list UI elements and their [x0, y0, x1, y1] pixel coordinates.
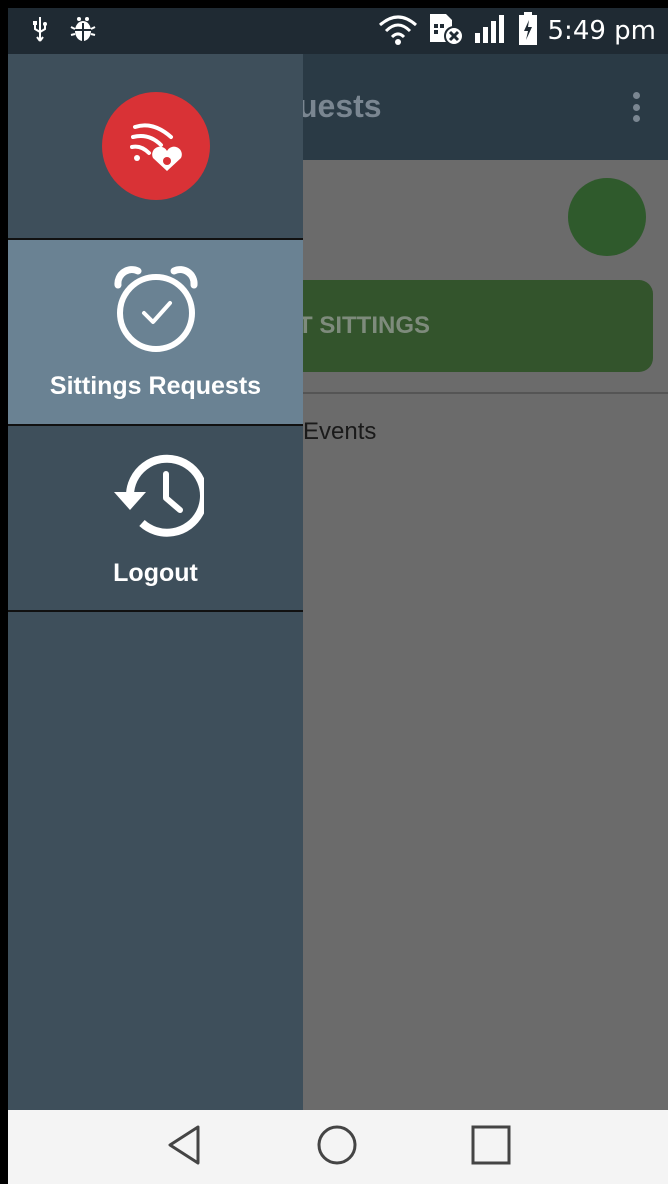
app-toolbar-title: uests	[298, 88, 382, 124]
app-logo	[101, 92, 210, 200]
recent-apps-icon[interactable]	[470, 1124, 512, 1171]
sittings-button-label: T SITTINGS	[298, 312, 430, 339]
usb-icon	[32, 15, 48, 48]
sim-error-icon	[428, 12, 464, 51]
battery-charging-icon	[518, 11, 538, 51]
screen: 5:49 pm uests T SITTINGS Events Sittings…	[8, 8, 668, 1184]
avatar[interactable]	[568, 178, 646, 256]
system-nav-bar	[8, 1110, 668, 1184]
events-label: Events	[303, 418, 377, 445]
drawer-item-logout[interactable]: Logout	[8, 426, 303, 612]
navigation-drawer: Sittings Requests Logout	[8, 54, 303, 1110]
divider	[303, 392, 668, 394]
signal-icon	[474, 13, 508, 50]
wifi-heart-logo-icon	[129, 123, 182, 171]
drawer-item-sittings-requests[interactable]: Sittings Requests	[8, 240, 303, 426]
status-time: 5:49 pm	[547, 16, 656, 46]
drawer-item-label: Logout	[113, 559, 198, 587]
drawer-header	[8, 54, 303, 240]
history-icon	[108, 448, 208, 547]
debug-icon	[70, 15, 96, 48]
overflow-menu-icon[interactable]	[632, 92, 640, 122]
alarm-check-icon	[110, 263, 202, 360]
drawer-item-label: Sittings Requests	[49, 372, 262, 400]
back-icon[interactable]	[164, 1123, 204, 1172]
sittings-button[interactable]: T SITTINGS	[268, 280, 653, 372]
status-bar: 5:49 pm	[8, 8, 668, 54]
home-icon[interactable]	[315, 1123, 359, 1172]
wifi-icon	[378, 13, 418, 50]
